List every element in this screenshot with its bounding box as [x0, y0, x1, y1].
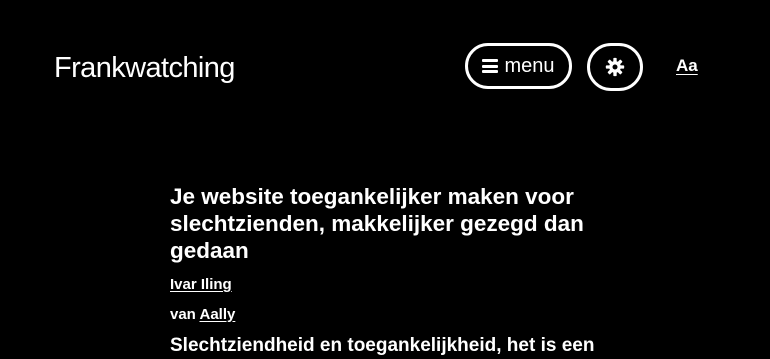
- article-intro: Slechtziendheid en toegankelijkheid, het…: [170, 335, 595, 356]
- organization-line: van Aally: [170, 306, 610, 323]
- site-logo[interactable]: Frankwatching: [54, 52, 235, 85]
- menu-button[interactable]: menu: [465, 43, 572, 89]
- organization-link[interactable]: Aally: [199, 306, 235, 323]
- menu-label: menu: [504, 54, 555, 77]
- gear-icon: [605, 57, 625, 77]
- org-prefix: van: [170, 306, 196, 323]
- author-link[interactable]: Ivar Iling: [170, 276, 232, 293]
- font-size-toggle[interactable]: Aa: [676, 56, 698, 76]
- hamburger-icon: [482, 59, 499, 73]
- settings-button[interactable]: [587, 43, 643, 91]
- article-header: Je website toegankelijker maken voor sle…: [170, 183, 610, 359]
- article-title: Je website toegankelijker maken voor sle…: [170, 184, 584, 263]
- author-line: Ivar Iling: [170, 276, 610, 293]
